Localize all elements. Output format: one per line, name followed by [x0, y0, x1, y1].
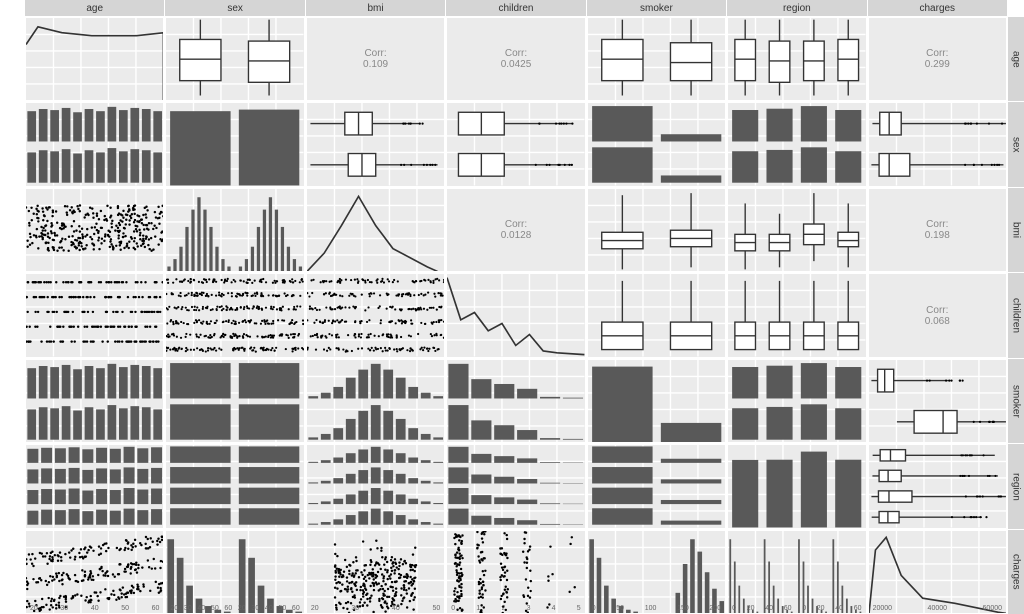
row-header-region: region — [1008, 444, 1024, 528]
cell-age-smoker — [587, 17, 726, 101]
cell-smoker-smoker — [587, 359, 726, 443]
cell-sex-smoker — [587, 102, 726, 186]
cell-age-age — [25, 17, 164, 101]
cell-smoker-sex — [165, 359, 304, 443]
cell-bmi-charges: Corr:0.198 — [868, 188, 1007, 272]
cell-age-sex — [165, 17, 304, 101]
col-header-region: region — [727, 0, 866, 16]
col-header-children: children — [446, 0, 585, 16]
row-header-children: children — [1008, 273, 1024, 357]
cell-age-children: Corr:0.0425 — [446, 17, 585, 101]
cell-smoker-charges — [868, 359, 1007, 443]
cell-sex-children — [446, 102, 585, 186]
cell-children-children — [446, 273, 585, 357]
cell-sex-bmi — [306, 102, 445, 186]
cell-smoker-children — [446, 359, 585, 443]
corr-label: Corr: — [926, 305, 948, 316]
cell-charges-bmi: 20304050 — [306, 530, 445, 614]
cell-sex-region — [727, 102, 866, 186]
corr-value: 0.299 — [925, 59, 950, 70]
row-header-age: age — [1008, 17, 1024, 101]
cell-sex-age — [25, 102, 164, 186]
corr-label: Corr: — [505, 219, 527, 230]
cell-children-sex — [165, 273, 304, 357]
cell-bmi-smoker — [587, 188, 726, 272]
corr-label: Corr: — [926, 48, 948, 59]
cell-bmi-children: Corr:0.0128 — [446, 188, 585, 272]
corr-label: Corr: — [364, 48, 386, 59]
corr-value: 0.068 — [925, 316, 950, 327]
x-axis-charges: 200004000060000 — [869, 605, 1006, 612]
cell-charges-sex: 20304050602030405060 — [165, 530, 304, 614]
corr-label: Corr: — [505, 48, 527, 59]
col-header-sex: sex — [165, 0, 304, 16]
cell-region-region — [727, 444, 866, 528]
cell-children-charges: Corr:0.068 — [868, 273, 1007, 357]
cell-bmi-sex — [165, 188, 304, 272]
cell-charges-children: 012345 — [446, 530, 585, 614]
cell-bmi-bmi — [306, 188, 445, 272]
cell-children-bmi — [306, 273, 445, 357]
col-header-age: age — [25, 0, 164, 16]
cell-smoker-region — [727, 359, 866, 443]
row-header-sex: sex — [1008, 102, 1024, 186]
cell-region-age — [25, 444, 164, 528]
col-header-smoker: smoker — [587, 0, 726, 16]
cell-charges-charges: 200004000060000 — [868, 530, 1007, 614]
cell-region-charges — [868, 444, 1007, 528]
cell-children-smoker — [587, 273, 726, 357]
cell-children-region — [727, 273, 866, 357]
cell-sex-sex — [165, 102, 304, 186]
corr-value: 0.109 — [363, 59, 388, 70]
cell-age-bmi: Corr:0.109 — [306, 17, 445, 101]
x-axis-sex: 20304050602030405060 — [166, 605, 303, 612]
corr-value: 0.0128 — [501, 230, 532, 241]
cell-charges-smoker: 050100150200 — [587, 530, 726, 614]
cell-region-children — [446, 444, 585, 528]
cell-charges-region: 02040600204060 — [727, 530, 866, 614]
row-header-bmi: bmi — [1008, 188, 1024, 272]
cell-age-region — [727, 17, 866, 101]
cell-region-smoker — [587, 444, 726, 528]
cell-charges-age: 2030405060 — [25, 530, 164, 614]
row-header-charges: charges — [1008, 530, 1024, 614]
cell-bmi-age — [25, 188, 164, 272]
cell-age-charges: Corr:0.299 — [868, 17, 1007, 101]
corr-value: 0.198 — [925, 230, 950, 241]
corr-value: 0.0425 — [501, 59, 532, 70]
x-axis-age: 2030405060 — [26, 605, 163, 612]
cell-region-sex — [165, 444, 304, 528]
x-axis-bmi: 20304050 — [307, 605, 444, 612]
x-axis-region: 02040600204060 — [728, 605, 865, 612]
corr-label: Corr: — [926, 219, 948, 230]
col-header-bmi: bmi — [306, 0, 445, 16]
x-axis-smoker: 050100150200 — [588, 605, 725, 612]
x-axis-children: 012345 — [447, 605, 584, 612]
cell-smoker-age — [25, 359, 164, 443]
cell-bmi-region — [727, 188, 866, 272]
cell-children-age — [25, 273, 164, 357]
cell-smoker-bmi — [306, 359, 445, 443]
row-header-smoker: smoker — [1008, 359, 1024, 443]
col-header-charges: charges — [868, 0, 1007, 16]
cell-sex-charges — [868, 102, 1007, 186]
cell-region-bmi — [306, 444, 445, 528]
